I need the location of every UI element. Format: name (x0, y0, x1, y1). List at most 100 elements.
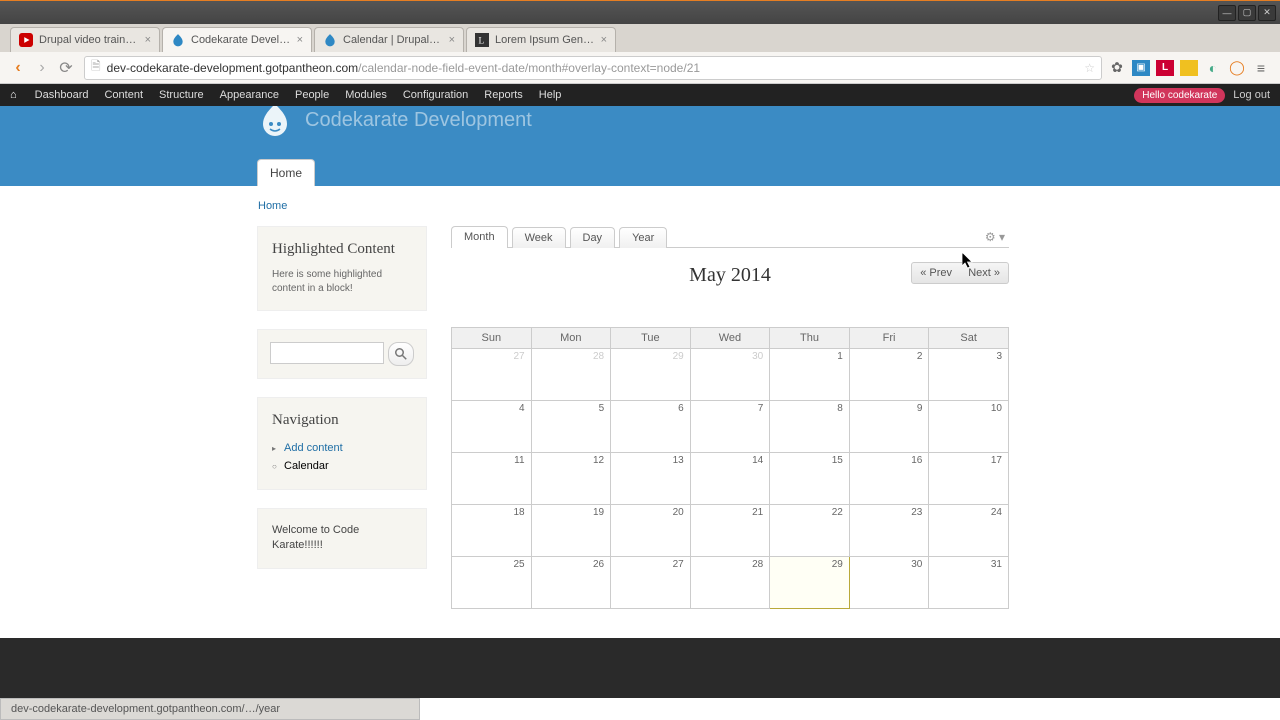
browser-tab[interactable]: Drupal video training… × (10, 27, 160, 52)
admin-menu-item[interactable]: Dashboard (27, 89, 97, 101)
calendar-cell[interactable]: 25 (452, 557, 532, 609)
tab-month[interactable]: Month (451, 226, 508, 248)
settings-icon[interactable]: ✿ (1108, 59, 1126, 77)
search-block (257, 329, 427, 379)
admin-menu-item[interactable]: Reports (476, 89, 531, 101)
url-domain: dev-codekarate-development.gotpantheon.c… (107, 61, 359, 75)
calendar-cell[interactable]: 1 (770, 349, 850, 401)
calendar-cell[interactable]: 28 (690, 557, 770, 609)
site-content: Codekarate Development Home Home Highlig… (0, 106, 1280, 720)
calendar-cell[interactable]: 5 (531, 401, 611, 453)
add-content-link[interactable]: Add content (284, 442, 343, 454)
tab-close-icon[interactable]: × (601, 34, 607, 46)
extension-icon[interactable]: ▣ (1132, 60, 1150, 76)
browser-tab[interactable]: L Lorem Ipsum Generat × (466, 27, 616, 52)
calendar-cell[interactable]: 23 (849, 505, 929, 557)
reload-button[interactable]: ⟳ (54, 56, 78, 80)
extension-icon[interactable]: ◐ (1204, 59, 1222, 77)
day-header: Wed (690, 328, 770, 349)
calendar-cell[interactable]: 11 (452, 453, 532, 505)
tab-close-icon[interactable]: × (449, 34, 455, 46)
maximize-button[interactable]: ▢ (1238, 5, 1256, 21)
calendar-cell[interactable]: 13 (611, 453, 691, 505)
calendar-cell[interactable]: 2 (849, 349, 929, 401)
tab-close-icon[interactable]: × (297, 34, 303, 46)
favicon-youtube-icon (19, 33, 33, 47)
favicon-drupal-icon (171, 33, 185, 47)
gear-icon[interactable]: ⚙ ▾ (985, 230, 1009, 244)
site-header: Codekarate Development Home (0, 106, 1280, 186)
calendar-cell[interactable]: 6 (611, 401, 691, 453)
extension-icon[interactable]: ◯ (1228, 59, 1246, 77)
calendar-cell[interactable]: 31 (929, 557, 1009, 609)
lastpass-icon[interactable]: L (1156, 60, 1174, 76)
day-header: Mon (531, 328, 611, 349)
extension-icon[interactable] (1180, 60, 1198, 76)
calendar-grid: SunMonTueWedThuFriSat 272829301234567891… (451, 327, 1009, 609)
url-field[interactable]: 🗎 dev-codekarate-development.gotpantheon… (84, 56, 1102, 80)
calendar-cell[interactable]: 21 (690, 505, 770, 557)
calendar-cell[interactable]: 15 (770, 453, 850, 505)
minimize-button[interactable]: ― (1218, 5, 1236, 21)
menu-icon[interactable]: ≡ (1252, 59, 1270, 77)
calendar-cell[interactable]: 27 (452, 349, 532, 401)
search-button[interactable] (388, 342, 414, 366)
logout-link[interactable]: Log out (1233, 89, 1270, 101)
calendar-cell[interactable]: 20 (611, 505, 691, 557)
calendar-cell[interactable]: 19 (531, 505, 611, 557)
day-header: Sat (929, 328, 1009, 349)
admin-menu-item[interactable]: Content (96, 89, 151, 101)
tab-year[interactable]: Year (619, 227, 667, 248)
calendar-link[interactable]: Calendar (284, 460, 329, 472)
admin-menu-item[interactable]: People (287, 89, 337, 101)
main-content: Month Week Day Year ⚙ ▾ May 2014 « Prev … (451, 226, 1009, 609)
url-path: /calendar-node-field-event-date/month#ov… (358, 61, 700, 75)
calendar-cell[interactable]: 24 (929, 505, 1009, 557)
browser-tab[interactable]: Codekarate Developm × (162, 27, 312, 52)
home-icon[interactable]: ⌂ (0, 89, 27, 101)
breadcrumb-home-link[interactable]: Home (258, 200, 287, 212)
back-button[interactable]: ‹ (6, 56, 30, 80)
calendar-cell[interactable]: 30 (690, 349, 770, 401)
calendar-cell[interactable]: 27 (611, 557, 691, 609)
block-title: Navigation (272, 412, 412, 429)
calendar-cell[interactable]: 16 (849, 453, 929, 505)
search-icon (395, 348, 407, 360)
calendar-cell[interactable]: 28 (531, 349, 611, 401)
calendar-cell[interactable]: 10 (929, 401, 1009, 453)
admin-menu-item[interactable]: Appearance (212, 89, 287, 101)
tab-close-icon[interactable]: × (145, 34, 151, 46)
calendar-cell[interactable]: 17 (929, 453, 1009, 505)
admin-menu-item[interactable]: Configuration (395, 89, 476, 101)
close-button[interactable]: ✕ (1258, 5, 1276, 21)
calendar-cell[interactable]: 4 (452, 401, 532, 453)
calendar-cell[interactable]: 30 (849, 557, 929, 609)
calendar-cell[interactable]: 9 (849, 401, 929, 453)
search-input[interactable] (270, 342, 384, 364)
calendar-cell[interactable]: 3 (929, 349, 1009, 401)
forward-button[interactable]: › (30, 56, 54, 80)
calendar-cell[interactable]: 14 (690, 453, 770, 505)
calendar-cell[interactable]: 26 (531, 557, 611, 609)
day-header: Thu (770, 328, 850, 349)
bookmark-star-icon[interactable]: ☆ (1084, 61, 1095, 75)
browser-tab[interactable]: Calendar | Drupal.org × (314, 27, 464, 52)
user-greeting[interactable]: Hello codekarate (1134, 88, 1225, 103)
admin-menu-item[interactable]: Modules (337, 89, 395, 101)
calendar-cell[interactable]: 12 (531, 453, 611, 505)
prev-button[interactable]: « Prev (911, 262, 961, 284)
tab-week[interactable]: Week (512, 227, 566, 248)
calendar-cell[interactable]: 29 (611, 349, 691, 401)
next-button[interactable]: Next » (960, 262, 1009, 284)
calendar-cell[interactable]: 18 (452, 505, 532, 557)
admin-menu-item[interactable]: Structure (151, 89, 212, 101)
primary-nav-home[interactable]: Home (257, 159, 315, 186)
tab-day[interactable]: Day (570, 227, 616, 248)
calendar-cell[interactable]: 29 (770, 557, 850, 609)
calendar-cell[interactable]: 22 (770, 505, 850, 557)
admin-menu-item[interactable]: Help (531, 89, 570, 101)
welcome-text: Welcome to Code Karate!!!!!! (272, 523, 412, 554)
calendar-cell[interactable]: 8 (770, 401, 850, 453)
calendar-header: May 2014 « Prev Next » (451, 264, 1009, 287)
calendar-cell[interactable]: 7 (690, 401, 770, 453)
